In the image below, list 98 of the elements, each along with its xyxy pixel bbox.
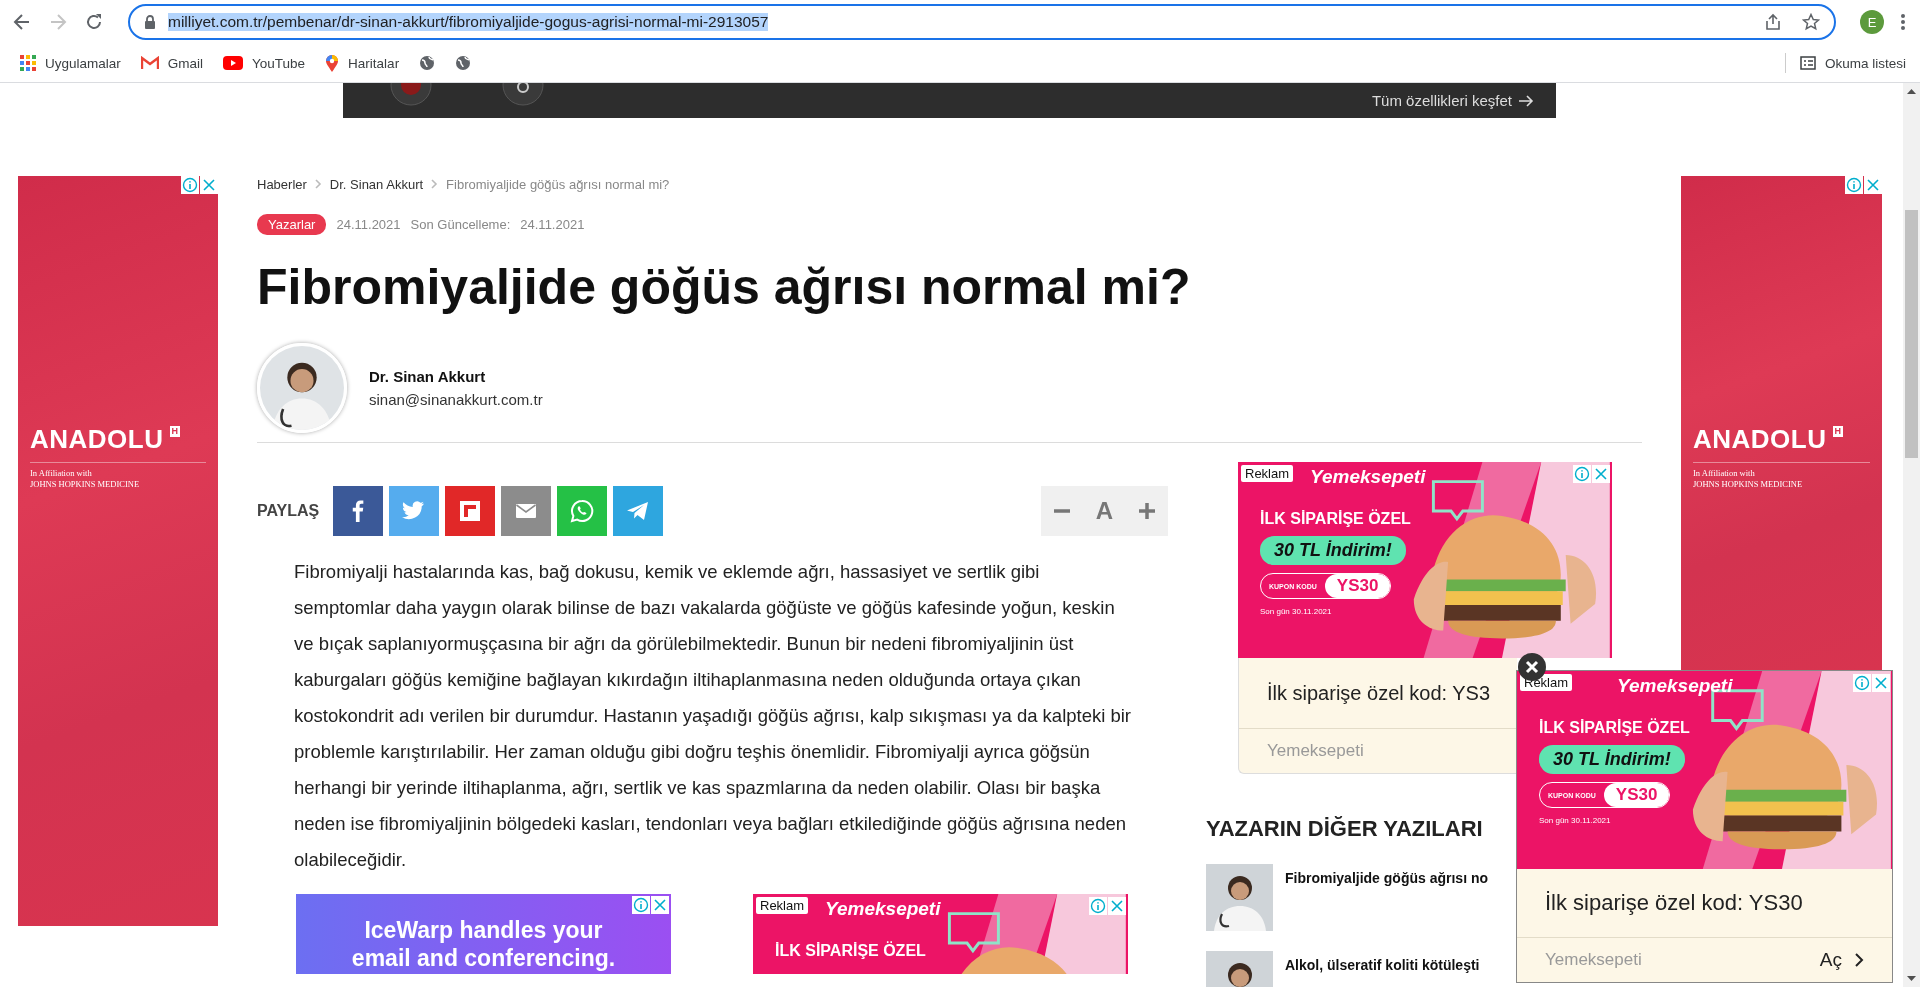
bookmark[interactable]: Gmail xyxy=(140,55,204,71)
address-bar[interactable]: milliyet.com.tr/pembenar/dr-sinan-akkurt/fibromiyaljide-gogus-agrisi-normal-mi-2913057 xyxy=(128,4,1836,40)
share-label: PAYLAŞ xyxy=(257,502,320,520)
ad-text: In Affiliation with xyxy=(1693,468,1756,479)
ad-banner[interactable]: ANADOLU H In Affiliation with JOHNS HOPKINS MEDICINE xyxy=(1681,176,1882,670)
twitter-button[interactable] xyxy=(389,486,440,536)
ad-caption: İlk siparişe özel kod: YS30 xyxy=(1545,890,1803,916)
article-title: Fibromiyaljide göğüs ağrısı normal mi? xyxy=(257,258,1192,317)
reload-icon[interactable] xyxy=(84,12,104,32)
font-size-control[interactable]: A xyxy=(1041,486,1168,536)
ad-text-panel[interactable]: İlk siparişe özel kod: YS3 Yemeksepeti xyxy=(1238,658,1517,774)
ad-creative[interactable]: Reklam Yemeksepeti İLK SİPARİŞE ÖZEL xyxy=(753,894,1128,974)
breadcrumb-link[interactable]: Dr. Sinan Akkurt xyxy=(329,176,424,192)
advertiser-name: Yemeksepeti xyxy=(1545,950,1642,970)
article-paragraph: Fibromiyalji hastalarında kas, bağ dokusu, kemik ve eklemde ağrı, hassasiyet ve sertlik gibi semptomlar daha yaygın olarak bilinse de bazı vakalarda göğüste ve göğüs kafesinde yoğun, keskin ve bıçak saplanıyormuşçasına bir ağrı da görülebilmektedir. Bunun bir nedeni fibromiyaljinin üst kaburgaları göğüs kemiğine bağlayan kıkırdağın iltihaplanmasına neden olduğunda ortaya çıkan kostokondrit adı verilen bir durumdur. Hastanın yaşadığı göğüs ağrısı, kalp sıkışması ya da kalpteki bir problemle karıştırılabilir. Her zaman olduğu gibi doğru teşhis önemlidir. Fibromiyalji ayrıca göğsün herhangi bir yerinde iltihaplanma, ağrı, sertlik ve kas spazmlarına da neden olabilir. Olası bir başka neden ise fibromiyaljinin bölgedeki kasları, tendonları veya bağları etkilediğinde göğüs ağrısına neden olabileceğidir. xyxy=(293,560,1133,872)
scroll-up-icon[interactable] xyxy=(1907,88,1916,94)
back-icon[interactable] xyxy=(12,12,32,32)
scroll-down-icon[interactable] xyxy=(1907,976,1916,982)
open-link[interactable]: Aç xyxy=(1819,949,1864,971)
close-icon[interactable] xyxy=(1108,897,1126,915)
coupon-code: YS30 xyxy=(1603,783,1670,807)
ad-caption: İlk siparişe özel kod: YS3 xyxy=(1267,681,1491,705)
menu-icon[interactable] xyxy=(1900,13,1906,31)
publish-date: 24.11.2021 xyxy=(336,217,401,232)
ad-banner[interactable]: IceWarp handles your email and conferencing. xyxy=(296,894,671,974)
brand-logo-text: Yemeksepeti xyxy=(1310,466,1426,488)
breadcrumb-link[interactable]: Fibromiyaljide göğüs ağrısı normal mi? xyxy=(446,176,670,192)
telegram-button[interactable] xyxy=(613,486,664,536)
ad-text: JOHNS HOPKINS MEDICINE xyxy=(1693,479,1804,490)
globe-icon[interactable] xyxy=(419,55,436,71)
url-text: milliyet.com.tr/pembenar/dr-sinan-akkurt/fibromiyaljide-gogus-agrisi-normal-mi-2913057 xyxy=(168,13,769,31)
email-button[interactable] xyxy=(501,486,552,536)
offer-tag: 30 TL İndirim! xyxy=(1260,536,1406,565)
ad-headline: IceWarp handles your email and conferencing. xyxy=(350,916,617,972)
updated-label: Son Güncelleme: xyxy=(410,217,511,232)
logo-badge: H xyxy=(169,426,180,437)
updated-date: 24.11.2021 xyxy=(520,217,585,232)
ad-headline: İLK SİPARİŞE ÖZEL xyxy=(1260,510,1411,528)
ad-headline: İLK SİPARİŞE ÖZEL xyxy=(775,942,926,960)
chevron-right-icon xyxy=(1854,952,1864,968)
ad-headline: İLK SİPARİŞE ÖZEL xyxy=(1539,719,1690,737)
info-icon[interactable] xyxy=(632,896,650,914)
banner-link-text[interactable]: Tüm özellikleri keşfet xyxy=(1371,92,1512,109)
lock-icon xyxy=(144,15,156,29)
brand-logo-text: ANADOLU xyxy=(30,424,164,455)
ad-text: Son gün 30.11.2021 xyxy=(1539,816,1611,825)
bookmark[interactable]: Haritalar xyxy=(325,54,400,72)
close-icon[interactable] xyxy=(1872,674,1890,692)
info-icon[interactable] xyxy=(1845,176,1863,194)
facebook-logo-icon xyxy=(352,500,365,522)
facebook-button[interactable] xyxy=(333,486,384,536)
list-icon xyxy=(1799,56,1816,70)
whatsapp-button[interactable] xyxy=(557,486,608,536)
section-heading: YAZARIN DİĞER YAZILARI xyxy=(1206,816,1483,842)
info-icon[interactable] xyxy=(181,176,199,194)
post-link[interactable]: Fibromiyaljide göğüs ağrısı no xyxy=(1285,870,1489,886)
forward-icon[interactable] xyxy=(48,12,68,32)
star-icon[interactable] xyxy=(1802,13,1820,31)
chevron-right-icon xyxy=(431,179,439,189)
close-icon[interactable] xyxy=(1592,465,1610,483)
font-size-label: A xyxy=(1095,497,1114,525)
ad-banner[interactable]: ANADOLU H In Affiliation with JOHNS HOPKINS MEDICINE xyxy=(18,176,218,926)
brand-logo-text: Yemeksepeti xyxy=(1617,675,1733,697)
brand-logo-text: ANADOLU xyxy=(1693,424,1827,455)
scrollbar-thumb[interactable] xyxy=(1905,210,1918,458)
chevron-right-icon xyxy=(314,179,322,189)
breadcrumb-link[interactable]: Haberler xyxy=(257,176,307,192)
play-icon xyxy=(223,56,244,70)
globe-icon[interactable] xyxy=(455,55,472,71)
reading-list-button[interactable]: Okuma listesi xyxy=(1799,55,1906,71)
author-name[interactable]: Dr. Sinan Akkurt xyxy=(369,368,543,385)
info-icon[interactable] xyxy=(1573,465,1591,483)
apps-icon xyxy=(20,55,36,71)
post-link[interactable]: Alkol, ülseratif koliti kötüleşti xyxy=(1285,957,1480,973)
ad-text: Son gün 30.11.2021 xyxy=(1260,607,1332,616)
ad-text: In Affiliation with xyxy=(30,468,93,479)
share-icon[interactable] xyxy=(1764,13,1782,31)
scrollbar[interactable] xyxy=(1903,83,1920,987)
close-icon[interactable] xyxy=(651,896,669,914)
brand-logo-text: Yemeksepeti xyxy=(825,898,941,920)
advertiser-name: Yemeksepeti xyxy=(1267,741,1364,761)
author-email[interactable]: sinan@sinanakkurt.com.tr xyxy=(369,391,543,408)
mail-icon xyxy=(140,56,159,70)
logo-badge: H xyxy=(1832,426,1843,437)
bookmark[interactable]: Uygulamalar xyxy=(20,55,121,71)
map-pin-icon xyxy=(325,54,340,72)
info-icon[interactable] xyxy=(1853,674,1871,692)
coupon-code: YS30 xyxy=(1324,574,1391,598)
offer-tag: 30 TL İndirim! xyxy=(1539,745,1685,774)
arrow-right-icon xyxy=(1518,94,1534,107)
category-tag[interactable]: Yazarlar xyxy=(257,214,327,235)
ad-label: Reklam xyxy=(756,897,809,914)
plus-icon[interactable] xyxy=(1137,502,1156,520)
flipboard-button[interactable] xyxy=(445,486,496,536)
bookmark[interactable]: YouTube xyxy=(223,55,306,71)
info-icon[interactable] xyxy=(1089,897,1107,915)
ad-text: JOHNS HOPKINS MEDICINE xyxy=(30,479,141,490)
ad-label: Reklam xyxy=(1241,465,1294,482)
